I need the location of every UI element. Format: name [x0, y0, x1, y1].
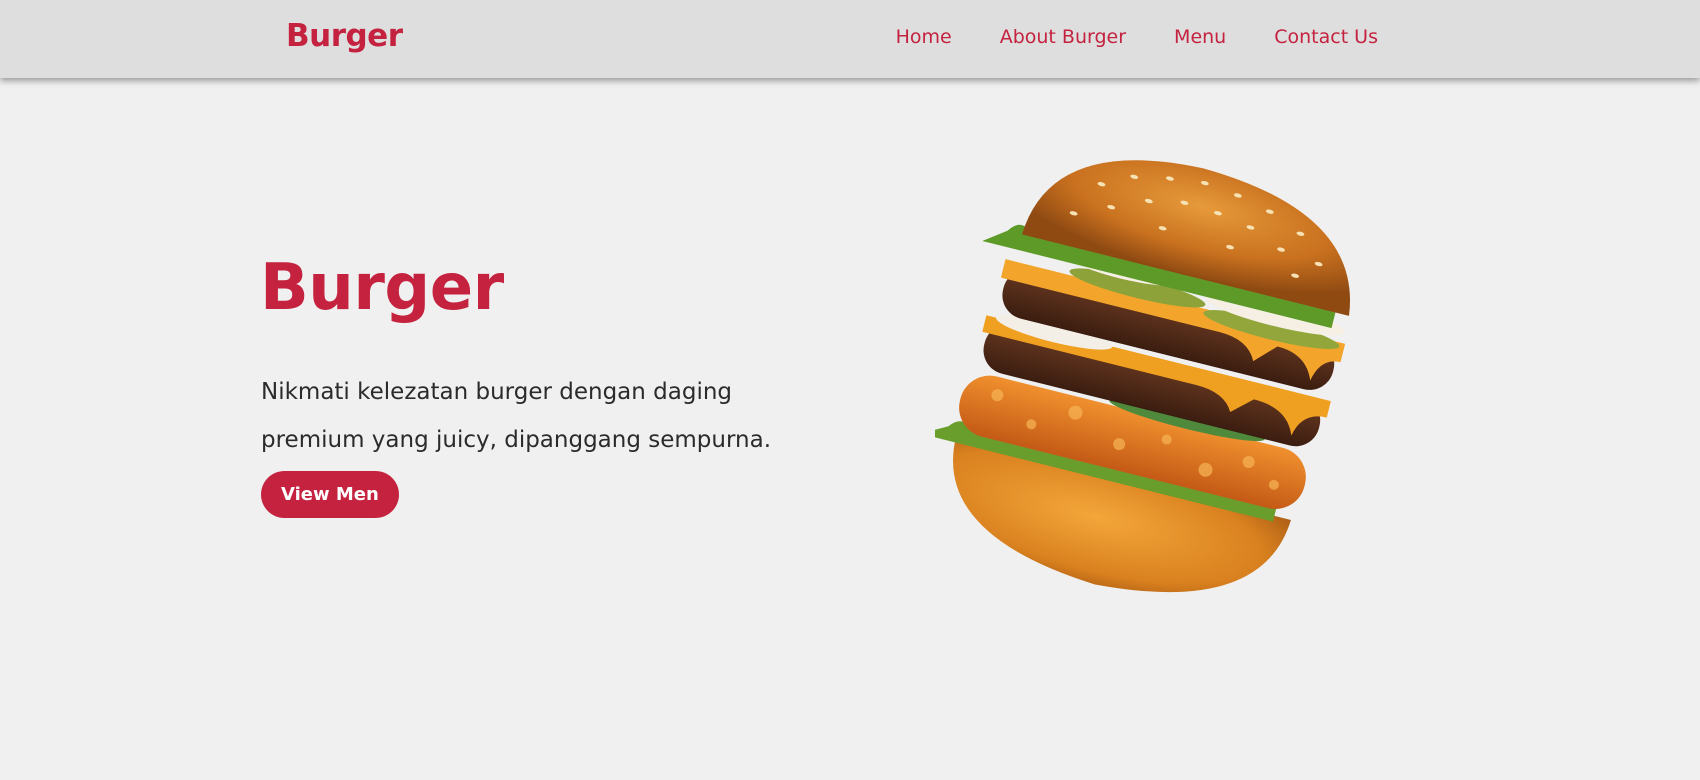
- navbar: Burger Home About Burger Menu Contact Us: [0, 0, 1700, 78]
- site-logo[interactable]: Burger: [286, 18, 403, 54]
- nav-link-contact-us[interactable]: Contact Us: [1274, 26, 1378, 48]
- nav-link-about-burger[interactable]: About Burger: [1000, 26, 1126, 48]
- nav-links: Home About Burger Menu Contact Us: [896, 26, 1378, 48]
- burger-image: [935, 153, 1375, 603]
- nav-link-home[interactable]: Home: [896, 26, 952, 48]
- hero-section: Burger Nikmati kelezatan burger dengan d…: [0, 78, 1700, 780]
- view-menu-button[interactable]: View Men: [261, 471, 399, 518]
- nav-link-menu[interactable]: Menu: [1174, 26, 1226, 48]
- hero-description: Nikmati kelezatan burger dengan daging p…: [261, 379, 772, 453]
- hero-title: Burger: [260, 251, 504, 325]
